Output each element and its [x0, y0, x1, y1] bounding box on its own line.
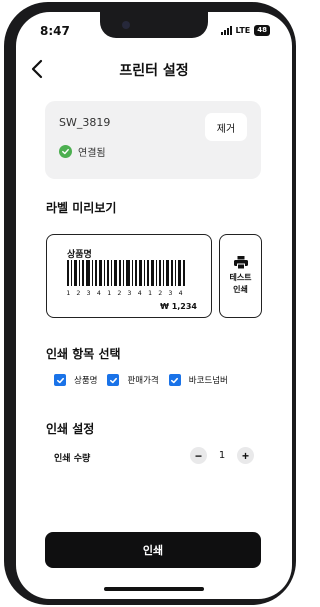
print-items-heading: 인쇄 항목 선택	[46, 347, 121, 361]
test-print-button[interactable]: 테스트 인쇄	[219, 234, 262, 318]
option-label: 바코드넘버	[188, 376, 228, 386]
print-settings-heading: 인쇄 설정	[46, 422, 95, 436]
battery-icon: 48	[254, 25, 270, 36]
label-price: ₩ 1,234	[160, 302, 197, 311]
notch	[100, 12, 208, 38]
barcode-image	[67, 260, 185, 286]
nav-header: 프린터 설정	[16, 54, 292, 84]
signal-icon	[220, 26, 232, 35]
option-label: 판매가격	[127, 376, 159, 386]
home-indicator[interactable]	[104, 587, 204, 591]
increment-button[interactable]: +	[237, 447, 254, 464]
quantity-label: 인쇄 수량	[54, 454, 91, 464]
battery-level: 48	[257, 26, 267, 34]
printer-name: SW_3819	[59, 116, 111, 129]
check-circle-icon	[59, 145, 72, 158]
barcode-number: 1 2 3 4 1 2 3 4 1 2 3 4	[66, 289, 184, 297]
network-type: LTE	[235, 26, 251, 35]
status-indicators: LTE 48	[220, 25, 270, 36]
quantity-stepper: − 1 +	[190, 447, 254, 464]
checkbox-checked-icon[interactable]	[107, 374, 120, 386]
label-preview-heading: 라벨 미리보기	[46, 201, 117, 215]
checkbox-checked-icon[interactable]	[54, 374, 66, 386]
test-print-label-line1: 테스트	[229, 273, 252, 282]
page-title: 프린터 설정	[119, 63, 189, 79]
print-button[interactable]: 인쇄	[45, 532, 261, 568]
printer-card: SW_3819 연결됨 제거	[45, 101, 261, 179]
test-print-label-line2: 인쇄	[233, 285, 248, 294]
quantity-value: 1	[218, 450, 226, 461]
connection-status: 연결됨	[59, 144, 106, 159]
option-label: 상품명	[74, 376, 98, 386]
option-product-name[interactable]: 상품명	[54, 374, 97, 386]
printer-icon	[233, 256, 248, 269]
checkbox-checked-icon[interactable]	[168, 374, 181, 386]
test-print-label: 테스트 인쇄	[229, 272, 251, 296]
option-barcode-number[interactable]: 바코드넘버	[168, 374, 228, 386]
camera-icon	[122, 21, 130, 29]
app-screen: 8:47 LTE 48 프린터 설정 SW_3819 연결됨 제거 라벨 미리보…	[16, 12, 292, 599]
status-time: 8:47	[40, 24, 70, 38]
quantity-row: 인쇄 수량 − 1 +	[54, 447, 254, 467]
label-preview: 상품명 1 2 3 4 1 2 3 4 1 2 3 4 ₩ 1,234	[46, 234, 212, 318]
connection-status-label: 연결됨	[78, 148, 106, 159]
phone-frame: 8:47 LTE 48 프린터 설정 SW_3819 연결됨 제거 라벨 미리보…	[4, 2, 296, 605]
label-product-name: 상품명	[67, 250, 92, 260]
remove-printer-button[interactable]: 제거	[205, 113, 247, 141]
print-items-options: 상품명 판매가격 바코드넘버	[54, 374, 238, 386]
decrement-button[interactable]: −	[190, 447, 207, 464]
option-sale-price[interactable]: 판매가격	[107, 374, 159, 386]
